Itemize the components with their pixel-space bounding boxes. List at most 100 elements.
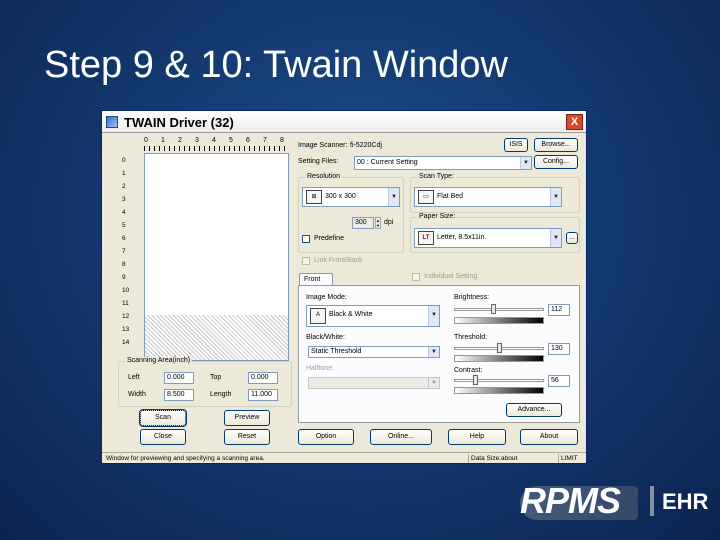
brightness-label: Brightness: bbox=[454, 294, 490, 301]
brightness-slider-thumb[interactable] bbox=[491, 304, 497, 314]
scan-type-dropdown[interactable]: ▭ Flat Bed ▼ bbox=[414, 187, 562, 207]
chevron-down-icon: ▼ bbox=[520, 157, 531, 169]
ruler-tick: 6 bbox=[122, 235, 126, 242]
top-field[interactable]: 0.000 bbox=[248, 372, 278, 384]
about-button[interactable]: About bbox=[520, 429, 578, 445]
contrast-value[interactable]: 56 bbox=[548, 375, 570, 387]
individual-setting-checkbox[interactable] bbox=[412, 273, 420, 281]
ruler-tick: 1 bbox=[161, 137, 165, 144]
ruler-tick: 0 bbox=[144, 137, 148, 144]
scanner-app-icon bbox=[106, 116, 118, 128]
length-field[interactable]: 11.000 bbox=[248, 389, 278, 401]
image-mode-dropdown[interactable]: A Black & White ▼ bbox=[306, 305, 440, 327]
resolution-title: Resolution bbox=[305, 173, 343, 180]
tab-front[interactable]: Front bbox=[299, 273, 333, 285]
chevron-down-icon: ▼ bbox=[388, 188, 399, 206]
scan-button[interactable]: Scan bbox=[139, 409, 187, 427]
horizontal-ruler: 0 1 2 3 4 5 6 7 8 bbox=[144, 137, 289, 151]
brightness-gradient bbox=[454, 317, 544, 324]
paper-size-value: Letter, 8.5x11in. bbox=[437, 234, 487, 241]
ruler-tick: 1 bbox=[122, 170, 126, 177]
contrast-slider-thumb[interactable] bbox=[472, 375, 478, 385]
custom-resolution-field[interactable]: 300 bbox=[352, 217, 374, 229]
brightness-slider-track[interactable] bbox=[454, 308, 544, 311]
setting-files-dropdown[interactable]: 00 : Current Setting ▼ bbox=[354, 156, 532, 170]
scanning-area-title: Scanning Area(inch) bbox=[125, 357, 193, 364]
chevron-down-icon: ▼ bbox=[550, 229, 561, 247]
ruler-tick: 14 bbox=[122, 339, 130, 346]
ruler-tick: 4 bbox=[212, 137, 216, 144]
online-button[interactable]: Online... bbox=[370, 429, 432, 445]
threshold-slider-thumb[interactable] bbox=[497, 343, 503, 353]
threshold-value[interactable]: 130 bbox=[548, 343, 570, 355]
vertical-ruler: 0 1 2 3 4 5 6 7 8 9 10 11 12 13 14 bbox=[118, 153, 144, 363]
link-front-back-label: Link Front/Back bbox=[314, 257, 363, 264]
paper-size-dropdown[interactable]: LT Letter, 8.5x11in. ▼ bbox=[414, 228, 562, 248]
brightness-value[interactable]: 112 bbox=[548, 304, 570, 316]
isis-badge[interactable]: ISIS bbox=[504, 138, 528, 152]
close-window-button[interactable]: X bbox=[566, 114, 583, 130]
ruler-tick: 2 bbox=[178, 137, 182, 144]
resolution-dropdown[interactable]: ⊞ 300 x 300 ▼ bbox=[302, 187, 400, 207]
black-white-dropdown[interactable]: Static Threshold ▼ bbox=[308, 346, 440, 358]
status-bar: Window for previewing and specifying a s… bbox=[102, 452, 586, 463]
top-label: Top bbox=[210, 374, 222, 381]
chevron-down-icon: ▼ bbox=[428, 378, 439, 388]
paper-letter-icon: LT bbox=[418, 231, 434, 245]
image-scanner-label: Image Scanner: bbox=[298, 142, 348, 149]
slide-title: Step 9 & 10: Twain Window bbox=[44, 44, 508, 86]
flatbed-icon: ▭ bbox=[418, 190, 434, 204]
ruler-tick: 8 bbox=[122, 261, 126, 268]
ruler-tick: 5 bbox=[122, 222, 126, 229]
browse-button[interactable]: Browse... bbox=[534, 138, 578, 152]
ruler-tick: 12 bbox=[122, 313, 130, 320]
contrast-slider-track[interactable] bbox=[454, 379, 544, 382]
ruler-tick: 5 bbox=[229, 137, 233, 144]
left-field[interactable]: 0.000 bbox=[164, 372, 194, 384]
link-front-back-checkbox[interactable] bbox=[302, 257, 310, 265]
scan-type-title: Scan Type: bbox=[417, 173, 456, 180]
config-button[interactable]: Config... bbox=[534, 155, 578, 169]
contrast-gradient bbox=[454, 387, 544, 394]
threshold-gradient bbox=[454, 355, 544, 362]
help-button[interactable]: Help bbox=[448, 429, 506, 445]
ruler-marks bbox=[144, 146, 289, 151]
resolution-value: 300 x 300 bbox=[325, 193, 356, 200]
black-white-label: Black/White: bbox=[306, 334, 345, 341]
halftone-dropdown[interactable]: ▼ bbox=[308, 377, 440, 389]
length-label: Length bbox=[210, 391, 232, 398]
setting-files-value: 00 : Current Setting bbox=[357, 159, 418, 166]
close-button[interactable]: Close bbox=[140, 429, 186, 445]
chevron-down-icon: ▼ bbox=[428, 306, 439, 326]
ruler-tick: 0 bbox=[122, 157, 126, 164]
ruler-tick: 2 bbox=[122, 183, 126, 190]
paper-size-more-button[interactable]: ... bbox=[566, 232, 578, 244]
ruler-tick: 7 bbox=[263, 137, 267, 144]
option-button[interactable]: Option bbox=[298, 429, 354, 445]
resolution-icon: ⊞ bbox=[306, 190, 322, 204]
reset-button[interactable]: Reset bbox=[224, 429, 270, 445]
ruler-tick: 4 bbox=[122, 209, 126, 216]
predefine-checkbox[interactable] bbox=[302, 235, 310, 243]
paper-size-title: Paper Size: bbox=[417, 213, 458, 220]
threshold-label: Threshold: bbox=[454, 334, 488, 341]
resolution-spinner[interactable]: ▲ ▼ bbox=[375, 217, 381, 229]
window-titlebar[interactable]: TWAIN Driver (32) X bbox=[102, 111, 586, 133]
advance-button[interactable]: Advance... bbox=[506, 403, 562, 417]
status-message: Window for previewing and specifying a s… bbox=[106, 455, 265, 462]
preview-button[interactable]: Preview bbox=[224, 410, 270, 426]
scan-preview-area[interactable] bbox=[144, 153, 289, 361]
image-mode-value: Black & White bbox=[329, 311, 373, 318]
out-of-area-hatch bbox=[145, 315, 288, 360]
width-label: Width bbox=[128, 391, 146, 398]
ruler-tick: 3 bbox=[195, 137, 199, 144]
rpms-ehr-logo: RPMS EHR bbox=[520, 472, 708, 532]
data-size-label: Data Size:about bbox=[468, 454, 556, 463]
ruler-tick: 10 bbox=[122, 287, 130, 294]
image-mode-label: Image Mode: bbox=[306, 294, 347, 301]
image-scanner-value: fi-5220Cdj bbox=[350, 142, 382, 149]
black-white-value: Static Threshold bbox=[311, 348, 362, 355]
ruler-tick: 9 bbox=[122, 274, 126, 281]
status-unit: LIMIT bbox=[558, 454, 586, 463]
width-field[interactable]: 8.500 bbox=[164, 389, 194, 401]
